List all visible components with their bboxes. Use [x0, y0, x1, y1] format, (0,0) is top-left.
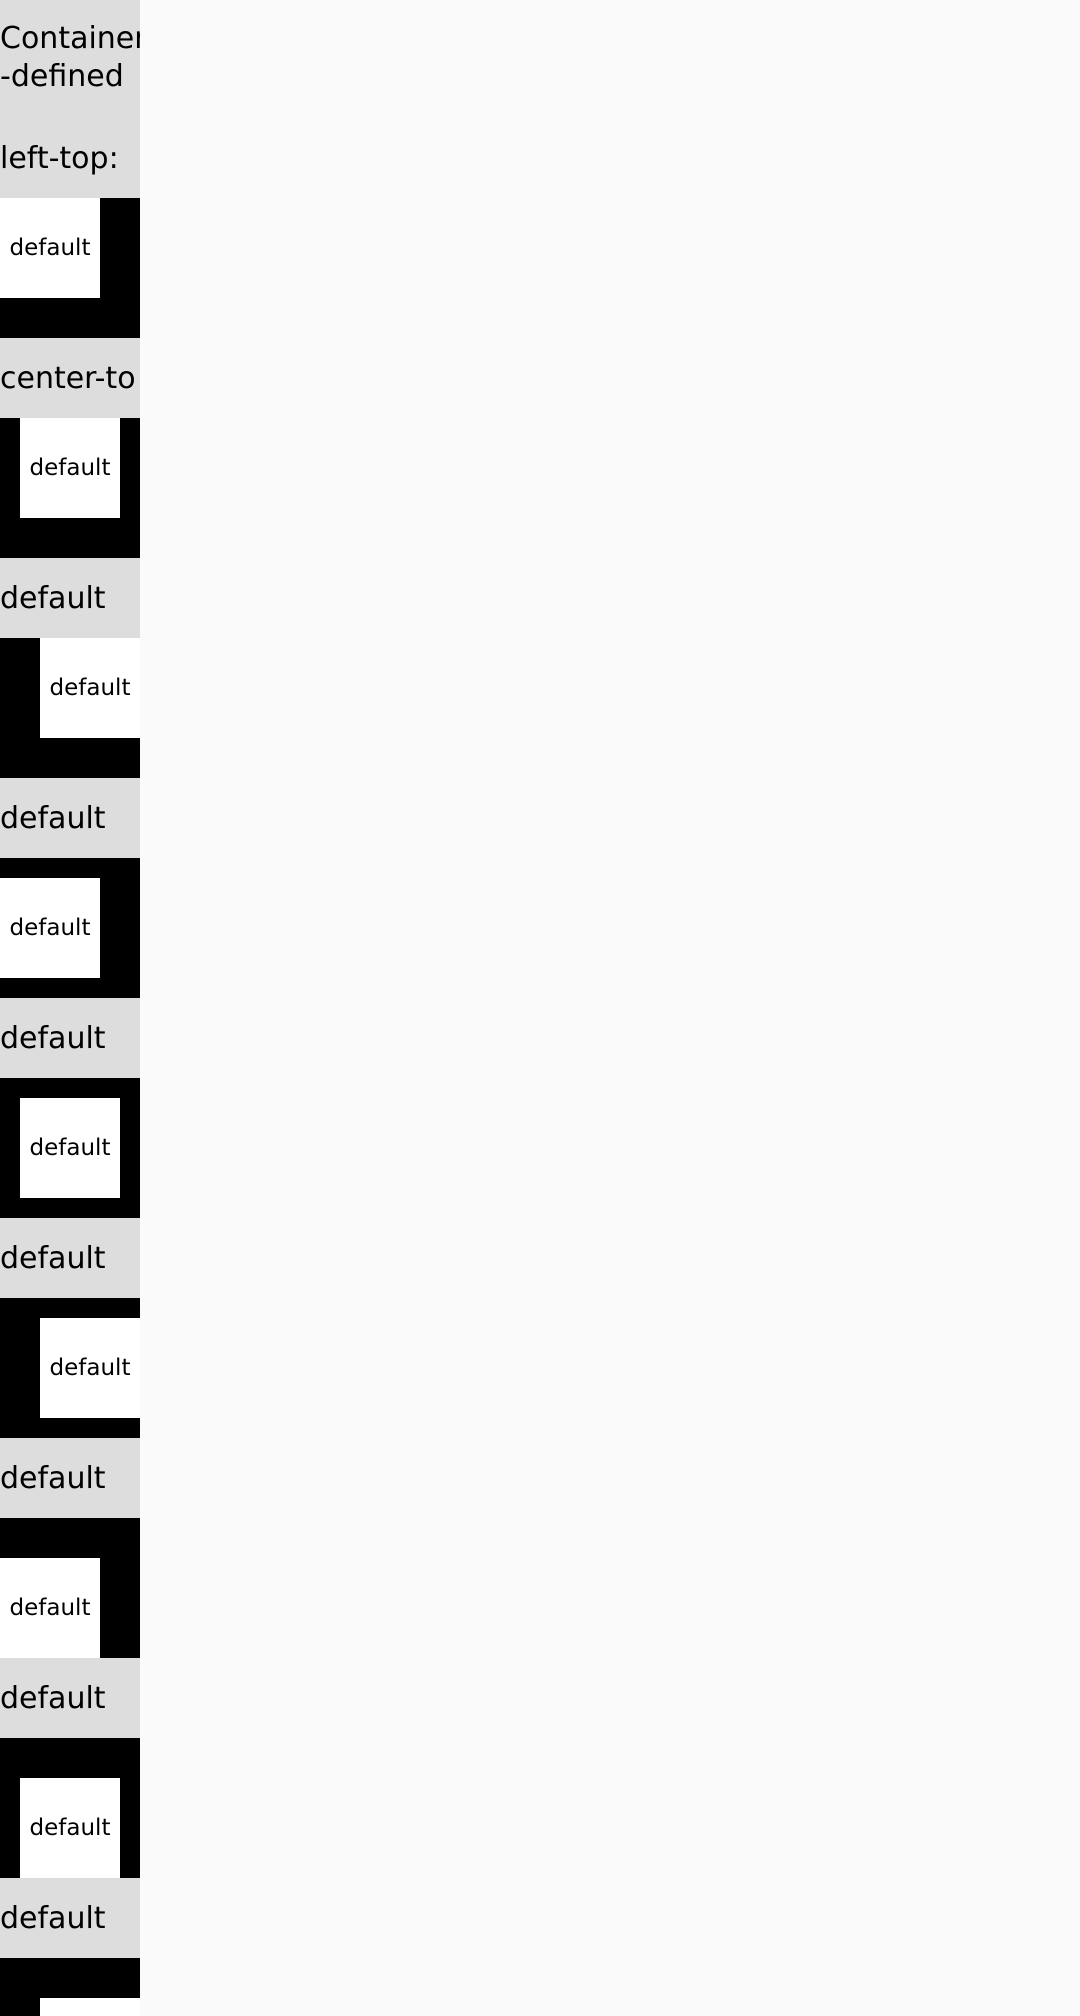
alignment-panel: default: [0, 198, 140, 338]
alignment-panel: default: [0, 858, 140, 998]
section-label: default: [0, 581, 106, 616]
page-title: Container -defined: [0, 20, 140, 96]
default-card: default: [0, 1558, 100, 1658]
alignment-panel: default: [0, 638, 140, 778]
default-card: default: [20, 418, 120, 518]
alignment-panel: default: [0, 1738, 140, 1878]
section-label: left-top:: [0, 141, 119, 176]
section-label: default: [0, 1241, 106, 1276]
default-card: default: [40, 638, 140, 738]
default-card: default: [40, 1998, 140, 2016]
page-title-line2: -defined: [0, 59, 124, 94]
section-label: default: [0, 1021, 106, 1056]
page-title-line1: Container: [0, 21, 140, 56]
alignment-panel: default: [0, 1078, 140, 1218]
default-card: default: [0, 198, 100, 298]
section-label: default: [0, 801, 106, 836]
default-card: default: [20, 1778, 120, 1878]
default-card: default: [0, 878, 100, 978]
section-label: default: [0, 1901, 106, 1936]
alignment-panel: default: [0, 1298, 140, 1438]
section-label: default: [0, 1681, 106, 1716]
default-card: default: [40, 1318, 140, 1418]
demo-column: Container -defined left-top: default cen…: [0, 0, 140, 2016]
section-label: default: [0, 1461, 106, 1496]
default-card: default: [20, 1098, 120, 1198]
alignment-panel: default: [0, 1958, 140, 2016]
alignment-panel: default: [0, 418, 140, 558]
alignment-panel: default: [0, 1518, 140, 1658]
section-label: center-to: [0, 361, 136, 396]
